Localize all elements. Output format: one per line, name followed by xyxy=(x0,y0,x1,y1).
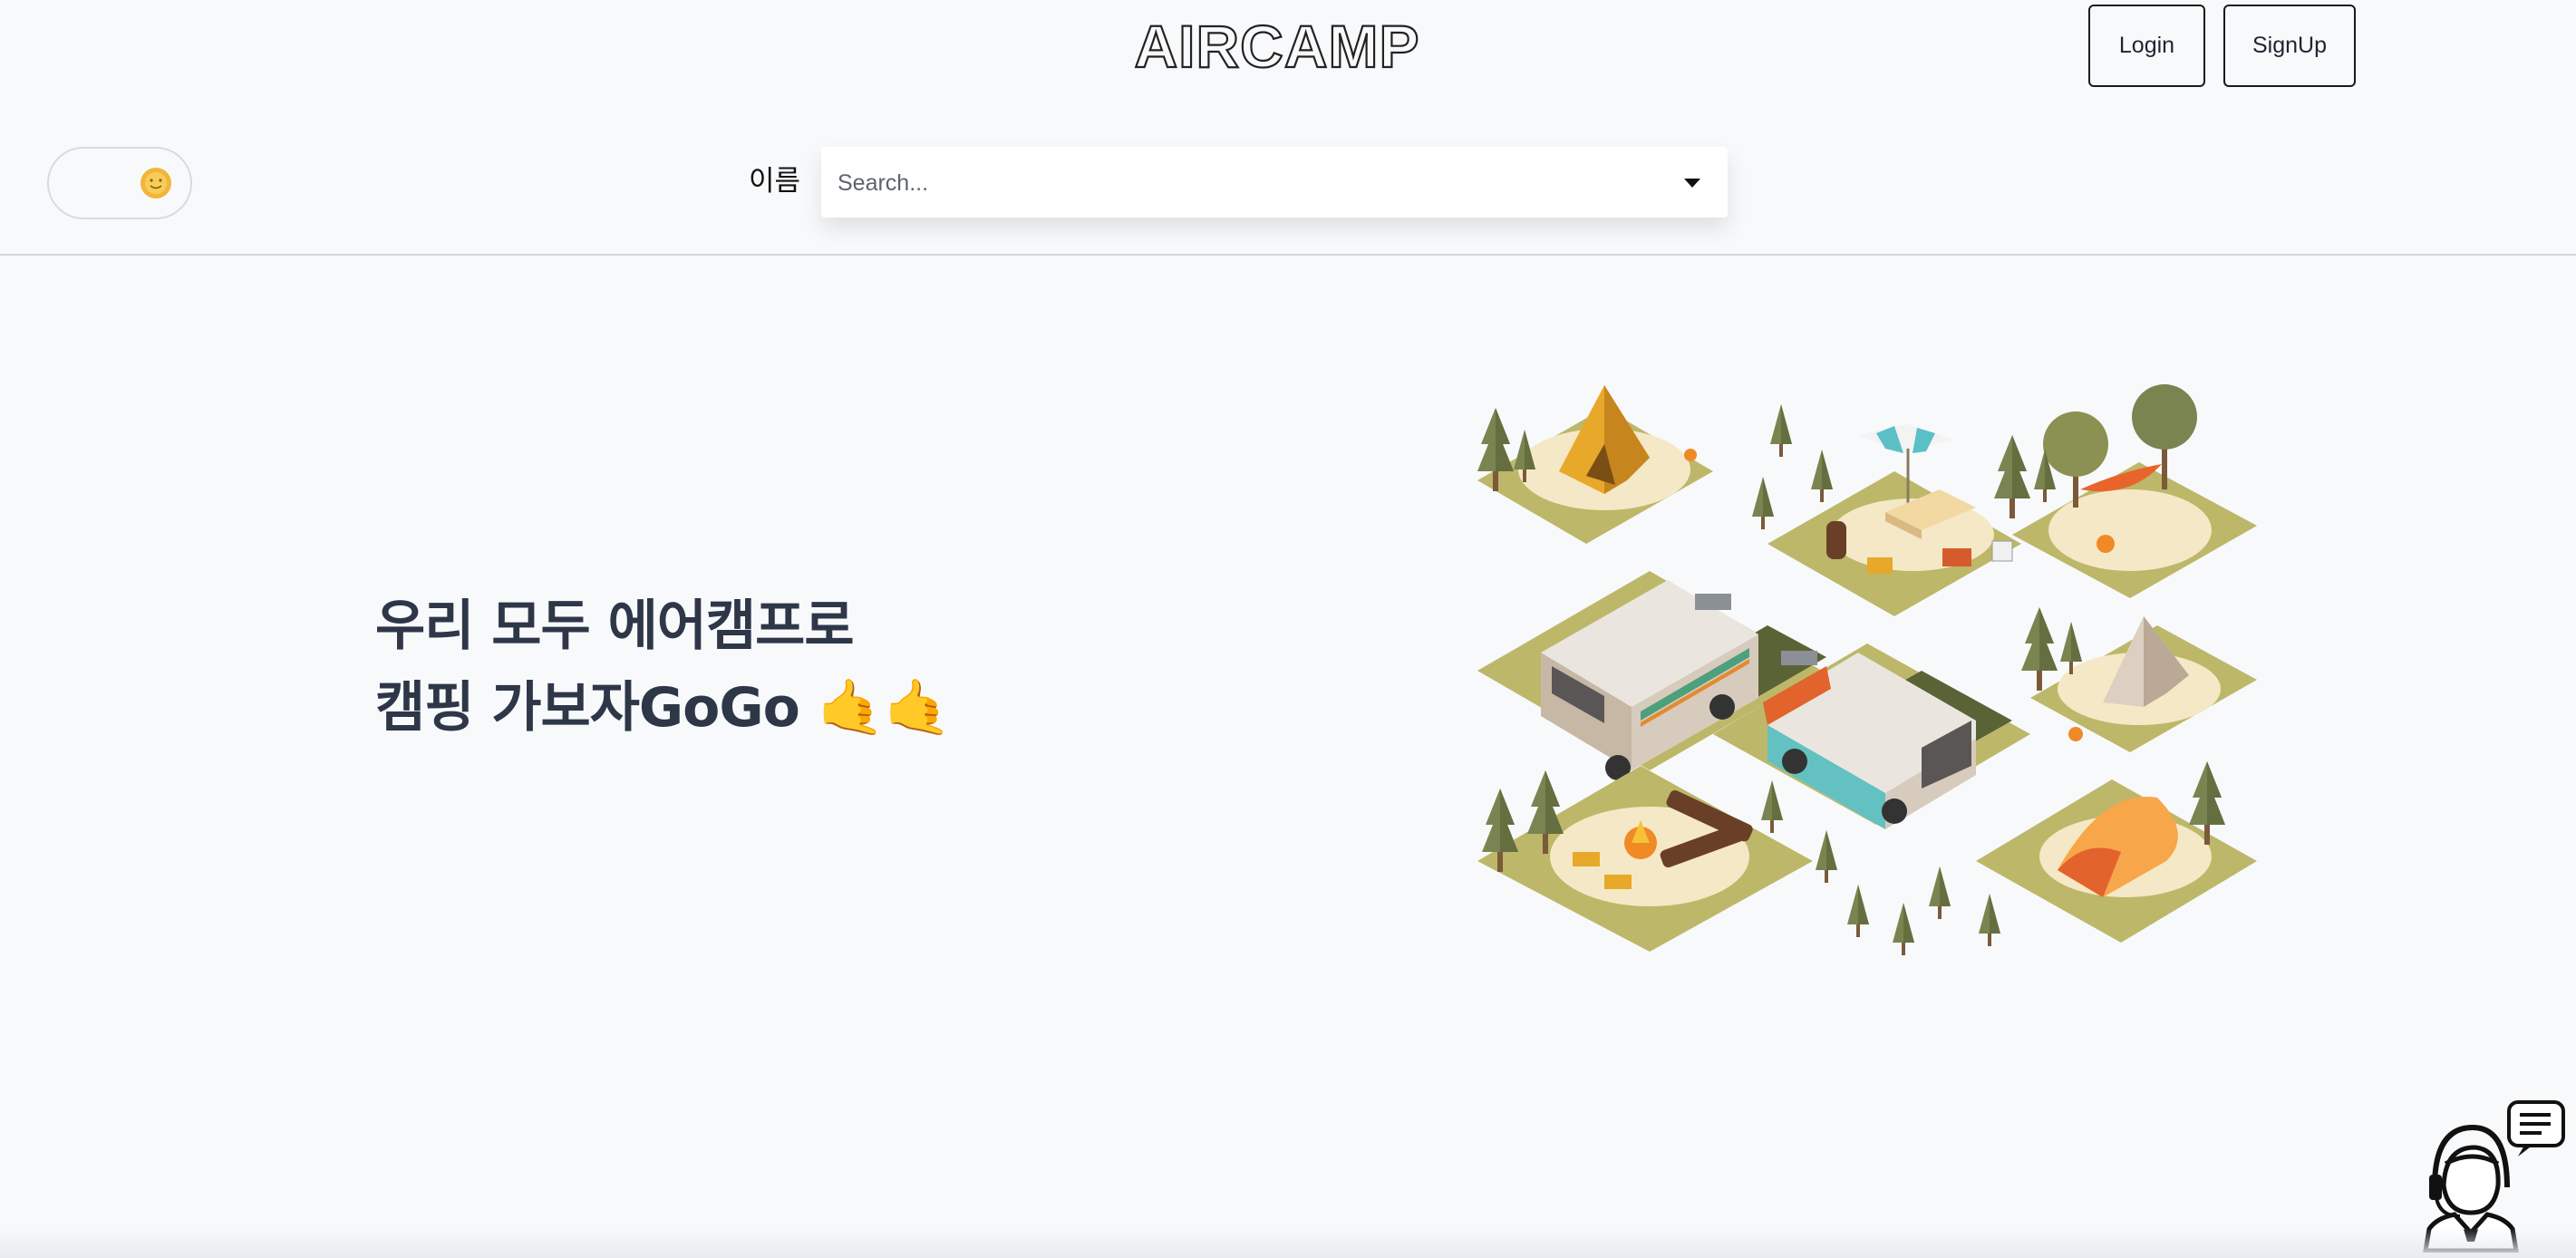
aircamp-logo[interactable]: AIRCAMP xyxy=(1104,13,1450,82)
signup-button[interactable]: SignUp xyxy=(2223,5,2356,87)
search-label: 이름 xyxy=(749,165,801,198)
caret-down-icon[interactable] xyxy=(1684,179,1700,188)
logo-text: AIRCAMP xyxy=(1135,13,1420,80)
header-divider xyxy=(0,254,2576,256)
theme-toggle[interactable] xyxy=(47,147,192,219)
campsite-illustration xyxy=(1477,384,2257,955)
search-input[interactable] xyxy=(836,147,1637,219)
hero-line-1: 우리 모두 에어캠프로 xyxy=(375,595,855,658)
login-button[interactable]: Login xyxy=(2088,5,2205,87)
sun-icon xyxy=(140,168,171,198)
search-box xyxy=(821,147,1728,219)
page: AIRCAMP Login SignUp 이름 우리 모두 에어캠프로 캠핑 가… xyxy=(0,0,2576,1258)
hero-line-2: 캠핑 가보자GoGo 🤙🤙 xyxy=(375,676,952,740)
bottom-shade xyxy=(0,1228,2576,1258)
hero-heading: 우리 모두 에어캠프로 캠핑 가보자GoGo 🤙🤙 xyxy=(375,585,952,749)
